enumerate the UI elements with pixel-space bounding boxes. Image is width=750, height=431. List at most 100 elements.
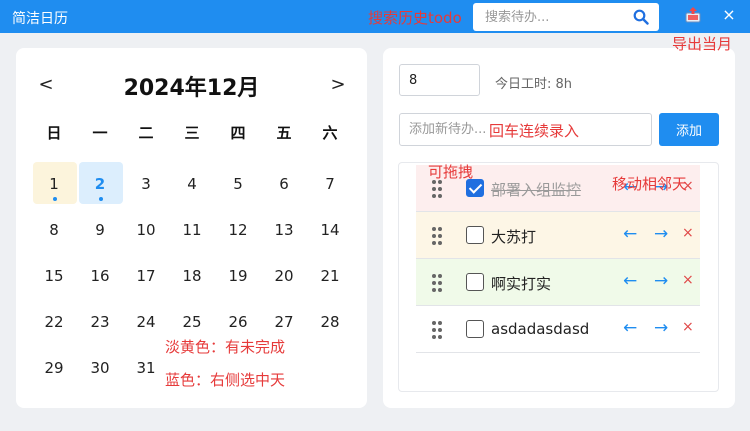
day-number: 27	[274, 313, 294, 331]
weekday-mon: 一	[92, 124, 108, 142]
search-box[interactable]	[473, 3, 659, 31]
next-month-button[interactable]: >	[328, 74, 348, 95]
drag-handle-icon[interactable]	[432, 321, 444, 339]
todo-panel: 今日工时: 8h 添加 部署入组监控 ← → × 大苏打 ← → ×	[383, 48, 735, 408]
day-number: 15	[44, 267, 64, 285]
todo-item-text: asdadasdasd	[491, 320, 590, 338]
day-number: 8	[49, 221, 59, 239]
day-number: 22	[44, 313, 64, 331]
calendar-day[interactable]: 20	[261, 254, 307, 300]
todo-item-text: 啊实打实	[491, 275, 552, 293]
todo-item[interactable]: asdadasdasd ← → ×	[416, 306, 700, 353]
weekday-thu: 四	[230, 124, 246, 142]
calendar-day[interactable]: 2	[77, 162, 123, 208]
day-number: 12	[228, 221, 248, 239]
calendar-day[interactable]: 5	[215, 162, 261, 208]
day-number: 2	[94, 175, 106, 193]
day-number: 10	[136, 221, 156, 239]
todo-item[interactable]: 大苏打 ← → ×	[416, 212, 700, 259]
annotation-move-adjacent: 移动相邻天	[612, 175, 688, 193]
todo-checkbox[interactable]	[466, 320, 484, 338]
calendar-day[interactable]: 10	[123, 208, 169, 254]
calendar-day[interactable]: 3	[123, 162, 169, 208]
calendar-day[interactable]: 15	[31, 254, 77, 300]
todo-item[interactable]: 啊实打实 ← → ×	[416, 259, 700, 306]
delete-icon[interactable]: ×	[682, 272, 694, 288]
day-number: 9	[95, 221, 105, 239]
close-icon[interactable]: ×	[720, 5, 738, 24]
todo-dot-indicator	[53, 197, 57, 201]
weekday-wed: 三	[184, 124, 200, 142]
export-icon[interactable]	[684, 6, 702, 24]
add-button[interactable]: 添加	[659, 113, 719, 146]
calendar-day[interactable]: 31	[123, 346, 169, 392]
app-title: 简洁日历	[12, 11, 68, 27]
annotation-search-history: 搜索历史todo	[368, 9, 462, 27]
day-number: 23	[90, 313, 110, 331]
calendar-day[interactable]: 30	[77, 346, 123, 392]
drag-handle-icon[interactable]	[432, 227, 444, 245]
day-number: 16	[90, 267, 110, 285]
calendar-day[interactable]: 4	[169, 162, 215, 208]
weekday-header: 日 一 二 三 四 五 六	[31, 122, 353, 143]
move-next-day-icon[interactable]: →	[654, 318, 668, 338]
todo-dot-indicator	[99, 197, 103, 201]
annotation-blue: 蓝色：右侧选中天	[165, 371, 286, 389]
drag-handle-icon[interactable]	[432, 180, 444, 198]
calendar-day[interactable]: 6	[261, 162, 307, 208]
delete-icon[interactable]: ×	[682, 225, 694, 241]
day-number: 30	[90, 359, 110, 377]
annotation-draggable: 可拖拽	[428, 163, 474, 181]
calendar-day[interactable]: 8	[31, 208, 77, 254]
day-number: 6	[279, 175, 289, 193]
day-number: 19	[228, 267, 248, 285]
calendar-day[interactable]: 23	[77, 300, 123, 346]
move-prev-day-icon[interactable]: ←	[623, 318, 637, 338]
day-number: 18	[182, 267, 202, 285]
todo-checkbox[interactable]	[466, 273, 484, 291]
calendar-day[interactable]: 14	[307, 208, 353, 254]
day-number: 28	[320, 313, 340, 331]
day-number: 21	[320, 267, 340, 285]
calendar-day[interactable]: 9	[77, 208, 123, 254]
calendar-day[interactable]: 22	[31, 300, 77, 346]
todo-list: 部署入组监控 ← → × 大苏打 ← → × 啊实打实 ← → × asdada…	[398, 162, 719, 392]
calendar-day[interactable]: 21	[307, 254, 353, 300]
calendar-day[interactable]: 28	[307, 300, 353, 346]
calendar-day[interactable]: 12	[215, 208, 261, 254]
day-number: 3	[141, 175, 151, 193]
day-number: 7	[325, 175, 335, 193]
calendar-day[interactable]: 17	[123, 254, 169, 300]
day-number: 20	[274, 267, 294, 285]
annotation-enter-continuous: 回车连续录入	[489, 122, 580, 140]
search-input[interactable]	[473, 3, 623, 31]
day-number: 14	[320, 221, 340, 239]
calendar-day[interactable]: 1	[31, 162, 77, 208]
work-hours-input[interactable]	[399, 64, 480, 96]
todo-item-text: 大苏打	[491, 228, 537, 246]
day-number: 4	[187, 175, 197, 193]
calendar-day[interactable]: 13	[261, 208, 307, 254]
weekday-tue: 二	[138, 124, 154, 142]
todo-checkbox[interactable]	[466, 226, 484, 244]
day-number: 25	[182, 313, 202, 331]
delete-icon[interactable]: ×	[682, 319, 694, 335]
calendar-day[interactable]: 29	[31, 346, 77, 392]
move-prev-day-icon[interactable]: ←	[623, 224, 637, 244]
move-next-day-icon[interactable]: →	[654, 224, 668, 244]
calendar-day[interactable]: 19	[215, 254, 261, 300]
search-icon[interactable]	[633, 9, 649, 25]
calendar-day[interactable]: 16	[77, 254, 123, 300]
move-next-day-icon[interactable]: →	[654, 271, 668, 291]
calendar-day[interactable]: 24	[123, 300, 169, 346]
work-hours-label: 今日工时: 8h	[495, 77, 573, 92]
move-prev-day-icon[interactable]: ←	[623, 271, 637, 291]
calendar-day[interactable]: 7	[307, 162, 353, 208]
annotation-export-month: 导出当月	[672, 35, 733, 53]
drag-handle-icon[interactable]	[432, 274, 444, 292]
day-number: 26	[228, 313, 248, 331]
calendar-day[interactable]: 18	[169, 254, 215, 300]
weekday-fri: 五	[276, 124, 292, 142]
day-number: 13	[274, 221, 294, 239]
calendar-day[interactable]: 11	[169, 208, 215, 254]
